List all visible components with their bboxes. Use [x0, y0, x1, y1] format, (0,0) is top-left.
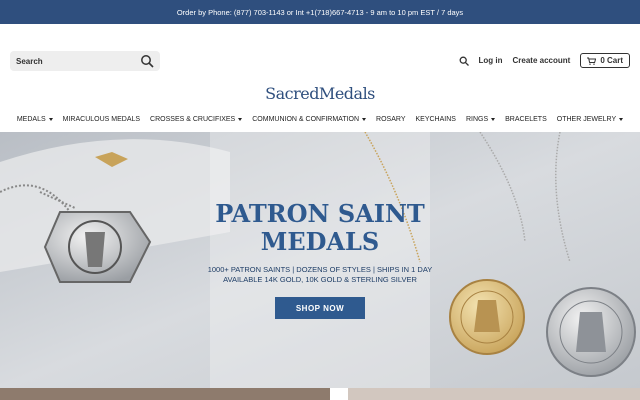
- nav-item-keychains[interactable]: KEYCHAINS: [415, 116, 455, 123]
- create-account-link[interactable]: Create account: [513, 56, 571, 65]
- hero-title-line-1: PATRON SAINT: [215, 199, 425, 228]
- chevron-down-icon: [362, 118, 367, 121]
- hero-title-line-2: MEDALS: [260, 227, 380, 256]
- announcement-bar: Order by Phone: (877) 703-1143 or Int +1…: [0, 0, 640, 24]
- nav-item-label: ROSARY: [376, 116, 406, 123]
- nav-item-label: MIRACULOUS MEDALS: [62, 116, 141, 123]
- nav-item-communion-confirmation[interactable]: COMMUNION & CONFIRMATION: [252, 116, 367, 123]
- phone-info-text: Order by Phone: (877) 703-1143 or Int +1…: [176, 7, 464, 17]
- chevron-down-icon: [48, 118, 53, 121]
- search-icon[interactable]: [140, 54, 154, 68]
- hero-image: [0, 132, 640, 388]
- hero-banner[interactable]: PATRON SAINT MEDALS 1000+ PATRON SAINTS …: [0, 132, 640, 388]
- hero-title: PATRON SAINT MEDALS: [0, 200, 640, 256]
- hero-subtitle-line-1: 1000+ PATRON SAINTS | DOZENS OF STYLES |…: [207, 265, 433, 274]
- chevron-down-icon: [491, 118, 496, 121]
- login-link[interactable]: Log in: [479, 56, 503, 65]
- nav-item-label: COMMUNION & CONFIRMATION: [252, 116, 360, 123]
- cart-label: 0 Cart: [600, 56, 623, 65]
- logo-text: SacredMedals: [265, 84, 375, 103]
- saint-christopher-medal: [546, 287, 636, 377]
- saint-michael-medal: [449, 279, 525, 355]
- nav-item-rosary[interactable]: ROSARY: [376, 116, 405, 123]
- chevron-down-icon: [619, 118, 624, 121]
- nav-item-label: KEYCHAINS: [415, 116, 456, 123]
- nav-item-medals[interactable]: MEDALS: [17, 116, 53, 123]
- nav-item-label: BRACELETS: [505, 116, 547, 123]
- search-input[interactable]: [16, 56, 136, 66]
- search-icon[interactable]: [459, 56, 469, 66]
- site-header: Log in Create account 0 Cart SacredMedal…: [0, 24, 640, 140]
- site-logo[interactable]: SacredMedals: [0, 84, 640, 103]
- preview-image-left[interactable]: [0, 388, 330, 400]
- nav-item-miraculous-medals[interactable]: MIRACULOUS MEDALS: [63, 116, 140, 123]
- shop-now-button[interactable]: SHOP NOW: [275, 297, 365, 319]
- chevron-down-icon: [238, 118, 243, 121]
- cart-button[interactable]: 0 Cart: [580, 53, 630, 68]
- preview-gap: [330, 388, 348, 400]
- search-box[interactable]: [10, 51, 160, 71]
- product-preview-strip: [0, 388, 640, 400]
- nav-item-label: OTHER JEWELRY: [556, 116, 617, 123]
- account-links: Log in Create account 0 Cart: [459, 53, 630, 68]
- nav-item-rings[interactable]: RINGS: [465, 116, 496, 123]
- preview-image-right[interactable]: [348, 388, 640, 400]
- nav-item-crosses-crucifixes[interactable]: CROSSES & CRUCIFIXES: [150, 116, 243, 123]
- nav-item-label: CROSSES & CRUCIFIXES: [150, 116, 236, 123]
- cart-icon: [587, 57, 597, 65]
- nav-item-label: MEDALS: [16, 116, 46, 123]
- hero-subtitle-line-2: AVAILABLE 14K GOLD, 10K GOLD & STERLING …: [223, 275, 417, 284]
- nav-item-other-jewelry[interactable]: OTHER JEWELRY: [556, 116, 624, 123]
- nav-item-bracelets[interactable]: BRACELETS: [505, 116, 547, 123]
- nav-item-label: RINGS: [465, 116, 489, 123]
- hero-subtitle: 1000+ PATRON SAINTS | DOZENS OF STYLES |…: [0, 265, 640, 285]
